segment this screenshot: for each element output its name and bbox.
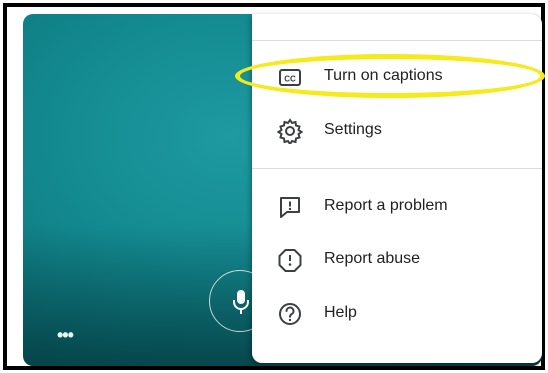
menu-divider <box>252 168 542 169</box>
feedback-icon <box>280 197 300 218</box>
menu-item-label: Report a problem <box>324 197 448 214</box>
svg-text:CC: CC <box>284 75 296 84</box>
menu-item-label: Help <box>324 304 357 321</box>
menu-item-settings[interactable]: Settings <box>252 108 542 154</box>
menu-item-label: Turn on captions <box>324 67 443 84</box>
menu-item-report-abuse[interactable]: Report abuse <box>252 237 542 283</box>
microphone-icon <box>233 290 249 314</box>
gear-icon <box>277 118 303 144</box>
menu-item-help[interactable]: Help <box>252 291 542 337</box>
menu-divider-top <box>252 40 542 41</box>
menu-item-turn-on-captions[interactable]: CC Turn on captions <box>252 54 542 100</box>
menu-item-label: Report abuse <box>324 250 421 267</box>
options-menu: CC Turn on captions Settings Report a pr… <box>252 14 542 363</box>
help-icon <box>279 303 301 325</box>
more-options-icon[interactable]: ••• <box>57 326 74 344</box>
menu-item-report-a-problem[interactable]: Report a problem <box>252 184 542 230</box>
closed-captions-icon: CC <box>279 69 301 86</box>
menu-item-label: Settings <box>324 121 382 138</box>
report-icon <box>278 249 302 272</box>
